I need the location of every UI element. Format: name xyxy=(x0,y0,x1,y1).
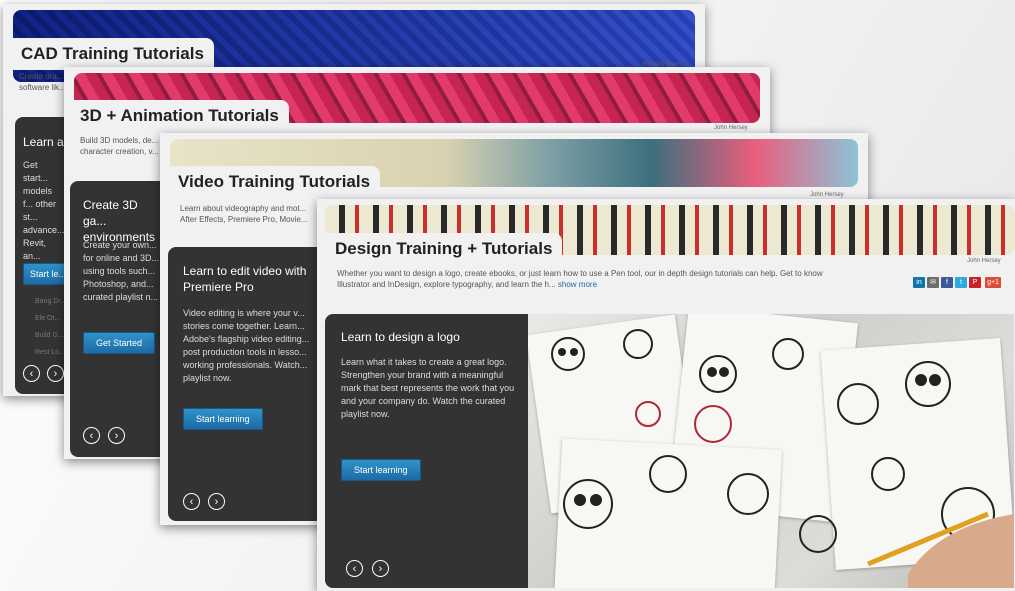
animation-credit: John Hersey xyxy=(714,125,748,131)
design-credit: John Hersey xyxy=(967,258,1001,264)
get-started-button[interactable]: Get Started xyxy=(83,332,156,354)
design-next-arrow[interactable]: › xyxy=(372,560,389,577)
design-description: Whether you want to design a logo, creat… xyxy=(337,268,857,290)
video-start-learning-button[interactable]: Start learning xyxy=(183,408,263,430)
design-feature-heading: Learn to design a logo xyxy=(341,330,460,344)
google-plus-icon[interactable]: g+1 xyxy=(985,277,1001,288)
animation-description: Build 3D models, de... character creatio… xyxy=(80,136,159,156)
show-more-link[interactable]: show more xyxy=(558,280,597,289)
animation-prev-arrow[interactable]: ‹ xyxy=(83,427,100,444)
cad-next-arrow[interactable]: › xyxy=(47,365,64,382)
design-title[interactable]: Design Training + Tutorials xyxy=(325,233,563,265)
cad-faded-item: Rest Lo... xyxy=(35,349,65,356)
linkedin-icon[interactable]: in xyxy=(913,277,925,288)
design-start-learning-button[interactable]: Start learning xyxy=(341,459,421,481)
pinterest-icon[interactable]: P xyxy=(969,277,981,288)
cad-faded-item: Build G... xyxy=(35,332,64,339)
cad-faded-list: Bang Dr... Ele Ot... Build G... Rest Lo.… xyxy=(35,293,66,361)
cad-title[interactable]: CAD Training Tutorials xyxy=(11,38,214,70)
animation-feature-heading: Create 3D ga... environments xyxy=(83,198,156,244)
video-credit: John Hersey xyxy=(810,192,844,198)
email-icon[interactable]: ✉ xyxy=(927,277,939,288)
facebook-icon[interactable]: f xyxy=(941,277,953,288)
video-title[interactable]: Video Training Tutorials xyxy=(168,166,381,198)
video-prev-arrow[interactable]: ‹ xyxy=(183,493,200,510)
video-feature-panel: Learn to edit video with Premiere Pro Vi… xyxy=(168,247,328,521)
design-feature-panel: Learn to design a logo Learn what it tak… xyxy=(325,314,529,588)
cad-faded-item: Ele Ot... xyxy=(35,315,61,322)
twitter-icon[interactable]: t xyxy=(955,277,967,288)
cad-faded-item: Bang Dr... xyxy=(35,298,67,305)
video-feature-body: Video editing is where your v... stories… xyxy=(183,308,310,383)
animation-feature-body: Create your own... for online and 3D... … xyxy=(83,240,160,302)
skull-doodles xyxy=(551,329,1014,588)
video-next-arrow[interactable]: › xyxy=(208,493,225,510)
design-feature-body: Learn what it takes to create a great lo… xyxy=(341,357,515,419)
design-prev-arrow[interactable]: ‹ xyxy=(346,560,363,577)
animation-title[interactable]: 3D + Animation Tutorials xyxy=(70,100,289,132)
cad-prev-arrow[interactable]: ‹ xyxy=(23,365,40,382)
animation-next-arrow[interactable]: › xyxy=(108,427,125,444)
logo-sketches-photo xyxy=(528,314,1014,588)
video-description: Learn about videography and mot... After… xyxy=(180,204,308,224)
video-feature-heading: Learn to edit video with Premiere Pro xyxy=(183,264,307,294)
